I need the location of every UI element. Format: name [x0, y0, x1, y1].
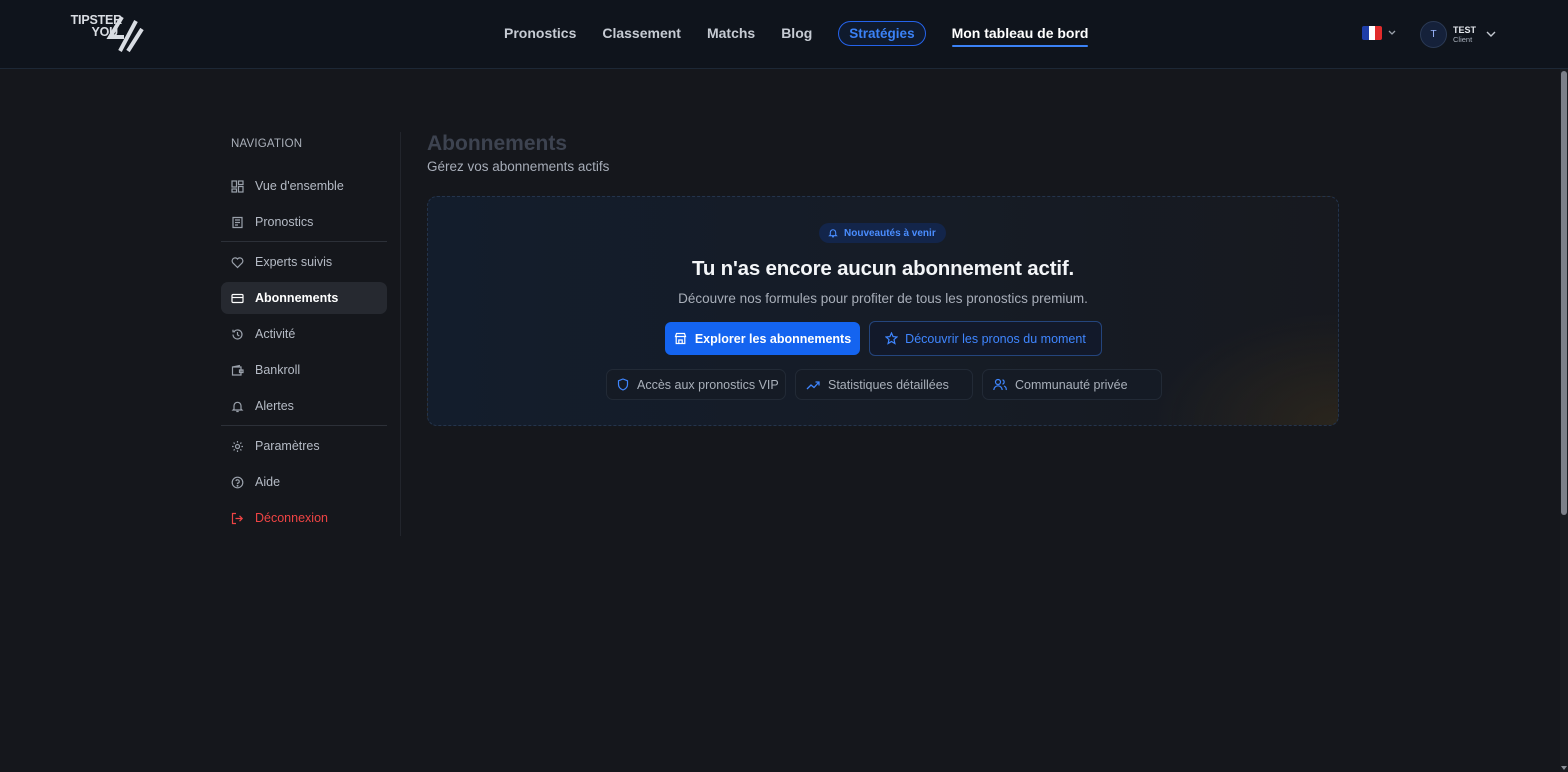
sidebar-item-activite[interactable]: Activité — [221, 318, 387, 350]
user-name: TEST — [1453, 24, 1477, 35]
badge-label: Nouveautés à venir — [844, 227, 936, 239]
feature-detailed-stats: Statistiques détaillées — [795, 369, 973, 400]
feature-label: Statistiques détaillées — [828, 377, 949, 392]
bell-icon — [828, 229, 838, 238]
empty-state-card: Nouveautés à venir Tu n'as encore aucun … — [427, 196, 1339, 426]
nav-blog[interactable]: Blog — [781, 25, 812, 41]
button-label: Découvrir les pronos du moment — [905, 331, 1086, 346]
avatar: T — [1420, 21, 1447, 48]
sidebar-item-pronostics[interactable]: Pronostics — [221, 206, 387, 238]
sidebar-item-label: Alertes — [255, 399, 294, 413]
sidebar-item-label: Déconnexion — [255, 511, 328, 525]
trending-up-icon — [806, 380, 820, 389]
main-nav: Pronostics Classement Matchs Blog Straté… — [504, 18, 1088, 48]
sidebar-item-label: Paramètres — [255, 439, 320, 453]
feature-private-community: Communauté privée — [982, 369, 1162, 400]
chevron-down-icon — [1388, 30, 1396, 35]
sidebar-item-alertes[interactable]: Alertes — [221, 390, 387, 422]
nav-strategies[interactable]: Stratégies — [838, 20, 926, 46]
gear-icon — [232, 440, 243, 452]
heart-icon — [231, 256, 244, 268]
logo[interactable]: TIPSTER YOU — [64, 14, 148, 54]
top-navbar: TIPSTER YOU Pronostics Classement Matchs… — [0, 0, 1568, 69]
scrollbar[interactable] — [1560, 69, 1568, 772]
star-icon — [885, 332, 899, 345]
sidebar-item-label: Vue d'ensemble — [255, 179, 344, 193]
sidebar-item-label: Experts suivis — [255, 255, 333, 269]
sidebar-item-parametres[interactable]: Paramètres — [221, 430, 387, 462]
feature-label: Communauté privée — [1015, 377, 1128, 392]
sidebar-title: NAVIGATION — [231, 138, 303, 150]
sidebar-divider — [221, 425, 387, 426]
logout-icon — [231, 512, 244, 524]
ticket-icon — [232, 216, 243, 228]
help-circle-icon — [231, 476, 244, 488]
feature-vip-access: Accès aux pronostics VIP — [606, 369, 786, 400]
chevron-down-icon — [1486, 31, 1496, 37]
credit-card-icon — [231, 293, 244, 303]
sidebar-item-label: Activité — [255, 327, 296, 341]
users-icon — [993, 378, 1007, 391]
button-label: Explorer les abonnements — [694, 331, 852, 346]
feature-label: Accès aux pronostics VIP — [637, 377, 779, 392]
sidebar: NAVIGATION Vue d'ensemble Pronostics Exp… — [221, 132, 401, 536]
fr-flag-icon — [1362, 26, 1382, 40]
bell-icon — [231, 401, 244, 412]
empty-state-subtitle: Découvre nos formules pour profiter de t… — [678, 291, 1088, 306]
empty-state-title: Tu n'as encore aucun abonnement actif. — [692, 257, 1074, 280]
sidebar-item-aide[interactable]: Aide — [221, 466, 387, 498]
sidebar-item-label: Pronostics — [255, 215, 314, 229]
grid-icon — [231, 179, 244, 193]
sidebar-item-label: Aide — [255, 475, 281, 489]
sidebar-item-overview[interactable]: Vue d'ensemble — [221, 170, 387, 202]
page-subtitle: Gérez vos abonnements actifs — [427, 159, 610, 174]
user-role: Client — [1453, 34, 1473, 44]
coming-soon-badge: Nouveautés à venir — [819, 223, 946, 243]
nav-pronostics[interactable]: Pronostics — [504, 25, 576, 41]
nav-matchs[interactable]: Matchs — [707, 25, 755, 41]
sidebar-item-abonnements[interactable]: Abonnements — [221, 282, 387, 314]
discover-pronos-button[interactable]: Découvrir les pronos du moment — [869, 321, 1102, 356]
sidebar-divider — [221, 241, 387, 242]
nav-classement[interactable]: Classement — [602, 25, 681, 41]
scrollbar-thumb[interactable] — [1561, 71, 1567, 515]
scroll-down-arrow-icon[interactable] — [1561, 766, 1567, 770]
explore-subscriptions-button[interactable]: Explorer les abonnements — [665, 322, 860, 355]
page-title: Abonnements — [427, 132, 568, 155]
sidebar-item-logout[interactable]: Déconnexion — [221, 502, 387, 534]
sidebar-item-experts[interactable]: Experts suivis — [221, 246, 387, 278]
sidebar-item-bankroll[interactable]: Bankroll — [221, 354, 387, 386]
history-icon — [232, 328, 243, 340]
sidebar-item-label: Bankroll — [255, 363, 301, 377]
store-icon — [674, 332, 687, 345]
user-menu[interactable]: T TEST Client — [1420, 21, 1496, 48]
nav-dashboard[interactable]: Mon tableau de bord — [951, 25, 1088, 47]
wallet-icon — [231, 364, 244, 376]
language-selector[interactable] — [1362, 26, 1396, 40]
sidebar-item-label: Abonnements — [255, 291, 339, 305]
shield-icon — [617, 378, 629, 391]
logo-mark-icon — [106, 15, 144, 53]
